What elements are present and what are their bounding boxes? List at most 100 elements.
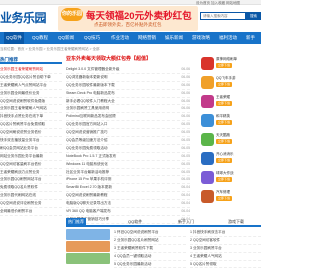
download-button[interactable]: 立即下载 [216,82,232,87]
article-date: 06-04 [181,209,190,214]
game-card[interactable]: 天天酷跑 立即下载 [201,132,261,147]
article-row[interactable]: 06-05 iPhone 15 Pro 苹果手机评测 [66,176,190,185]
list-item[interactable]: 4 QQ会员一键领取活动 [114,253,186,261]
list-item[interactable]: 业务乐园全网最低价业务 [0,90,62,98]
list-item[interactable]: QQ空间访客量刷平台低价 [0,161,62,169]
list-item[interactable]: 王者荣耀刷战力点赞业务 [0,169,62,177]
article-row[interactable]: 06-05 QQ会员等级加速方法介绍 [66,137,190,145]
left-heading-text: 热门推荐 [0,57,18,62]
list-item[interactable]: 业务乐园王者荣耀刷赞网站 [0,66,62,74]
list-item[interactable]: 抖音快手点赞业务在线下单 [0,113,62,122]
download-button[interactable]: 立即下载 [216,177,232,182]
download-button[interactable]: 立即下载 [216,63,232,68]
list-item[interactable]: 3 业务乐园刷赞平台 [190,245,261,253]
nav-item[interactable]: QQ技巧 [84,32,100,44]
download-button[interactable]: 立即下载 [216,101,232,106]
article-date: 06-04 [181,193,190,198]
center-headline[interactable]: 亚东外卖每天领取大额红包券【超值】 [66,55,190,64]
list-item[interactable]: QQ空间刷说说赞业务低价 [0,129,62,138]
game-card[interactable]: 开心消消乐 立即下载 [201,151,261,166]
nav-item[interactable]: 新手 [246,32,255,44]
article-row[interactable]: 06-04 电脑版QQ聊天记录导出方法 [66,200,190,209]
article-date: 06-05 [181,177,190,182]
ad-banner[interactable]: 你的乐园 每天领福20元外卖秒红包 点击即领外卖，百亿补贴外卖红包 [58,6,198,31]
article-row[interactable]: 06-05 NoteBook Pro 1.5.7 正式版发布 [66,153,190,161]
list-item[interactable]: QQ空间说说评论刷赞业务 [0,200,62,209]
site-logo[interactable]: 业务乐园 [0,7,50,29]
list-item[interactable]: 2 QQ空间访客软件 [190,237,261,245]
game-card[interactable]: 原神网络刷单 立即下载 [201,56,261,71]
article-row[interactable]: 06-06 QQ浏览器新版本更新说明 [66,74,190,82]
list-item[interactable]: 免费领取QQ名片赞软件 [0,184,62,193]
nav-item[interactable]: 福利活动 [219,32,237,44]
article-title: QQ业务乐园免费领取活动 [66,145,108,150]
nav-item[interactable]: QQ教程 [32,32,48,44]
article-row[interactable]: 06-05 QQ空间说说营销推广技巧 [66,129,190,138]
article-row[interactable]: 06-06 Polimind互联网新品发布会回顾 [66,113,190,122]
article-row[interactable]: 06-06 Steam Deck Pro 电脑新品发布 [66,90,190,98]
nav-item[interactable]: 作业活动 [111,32,129,44]
article-row[interactable]: 06-05 QQ业务乐园官方网站入口 [66,121,190,130]
tab[interactable]: 新手入门 [176,218,196,226]
article-row[interactable]: 06-06 业务乐园刷赞工具使用说明 [66,105,190,114]
list-item[interactable]: 网站业务乐园业务平台最新 [0,153,62,161]
game-icon [201,57,214,70]
list-item[interactable]: 快手双击播放量业务平台 [0,137,62,145]
list-item[interactable]: 全网最低价刷赞平台 [0,208,62,216]
tab[interactable]: 游戏下载 [226,218,246,226]
download-button[interactable]: 立即下载 [216,120,232,125]
download-button[interactable]: 立即下载 [216,139,232,144]
nav-item[interactable]: 网络营销 [138,32,156,44]
article-row[interactable]: 06-04 VR 360 QQ 电脑客户端发布 [66,208,190,216]
game-card[interactable]: 球球大作战 立即下载 [201,170,261,185]
download-button[interactable]: 立即下载 [216,158,232,163]
article-row[interactable]: 06-05 社区业务平台最新活动推荐 [66,169,190,177]
list-item[interactable]: 3 王者荣耀刷赞软件下载 [114,245,186,253]
article-title: 电脑版QQ聊天记录导出方法 [66,201,112,206]
list-item[interactable]: 1 抖音快手刷双击平台 [190,229,261,237]
nav-item[interactable]: 游戏攻略 [192,32,210,44]
download-button[interactable]: 立即下载 [216,196,232,201]
article-row[interactable]: 06-05 QQ业务乐园免费领取活动 [66,145,190,153]
list-item[interactable]: 1 怀旧QQ空间说说刷赞平台 [114,229,186,237]
article-row[interactable]: 06-05 Windows 11 电脑系统优化 [66,161,190,169]
article-row[interactable]: 06-04 QQ空间说说刷赞最新教程 [66,192,190,201]
nav-item[interactable]: 娱乐新闻 [165,32,183,44]
article-row[interactable]: 06-04 SmartBi Excel 2.70 版本更新 [66,184,190,193]
article-row[interactable]: 06-06 Delight 3.0.0 文件管理器全新升级 [66,66,190,74]
list-item[interactable]: 王者荣耀刷人气点赞网站平台 [0,82,62,90]
list-item[interactable]: 2 业务乐园QQ名片刷赞网站 [114,237,186,245]
game-card[interactable]: 王者荣耀 立即下载 [201,94,261,109]
thumb-image[interactable] [66,253,110,264]
tab[interactable]: QQ软件 [126,218,144,226]
game-card[interactable]: 汽车修理 立即下载 [201,189,261,204]
top-links[interactable]: 设为首页 加入收藏 网站地图 [196,1,240,6]
list-item[interactable]: 4 王者荣耀人气网站 [190,253,261,261]
game-icon [201,171,214,184]
article-date: 06-06 [181,98,190,103]
tab[interactable]: 热门推荐 [66,218,86,226]
thumb-image[interactable] [66,241,110,252]
list-item[interactable]: QQ空间说说刷赞软件免费版 [0,98,62,106]
list-item[interactable]: 5 QQ业务乐园最新活动 [114,261,186,268]
article-date: 06-05 [181,122,190,127]
center-list: 06-06 Delight 3.0.0 文件管理器全新升级 06-06 QQ浏览器新版… [66,66,190,224]
search-button[interactable]: 搜索 [246,12,261,20]
list-item[interactable]: 业务乐园代刷网站在线 [0,192,62,201]
list-item[interactable]: QQ业务乐园QQ名片赞自助下单 [0,74,62,82]
list-item[interactable]: 5 QQ名片赞领取 [190,261,261,268]
list-item[interactable]: 业务乐园王者荣耀刷人气网站 [0,105,62,114]
article-row[interactable]: 06-06 新手必看QQ软件入门教程大全 [66,98,190,106]
game-card[interactable]: 和平精英 立即下载 [201,113,261,128]
game-card[interactable]: QQ飞车手游 立即下载 [201,75,261,90]
banner-badge: 你的乐园 [61,8,83,21]
game-name: 开心消消乐 [216,152,234,156]
nav-item[interactable]: QQ软件 [4,32,25,44]
list-item[interactable]: 刷QQ会员网站业务平台 [0,145,62,153]
list-item[interactable]: QQ名片赞刷赞平台免费领取 [0,121,62,130]
list-item[interactable]: 业务乐园QQ刷赞网站平台 [0,176,62,185]
article-row[interactable]: 06-06 QQ业务乐园软件最新版本下载 [66,82,190,90]
search-input[interactable] [200,12,246,20]
thumb-image[interactable] [66,229,110,240]
nav-item[interactable]: QQ新闻 [58,32,74,44]
